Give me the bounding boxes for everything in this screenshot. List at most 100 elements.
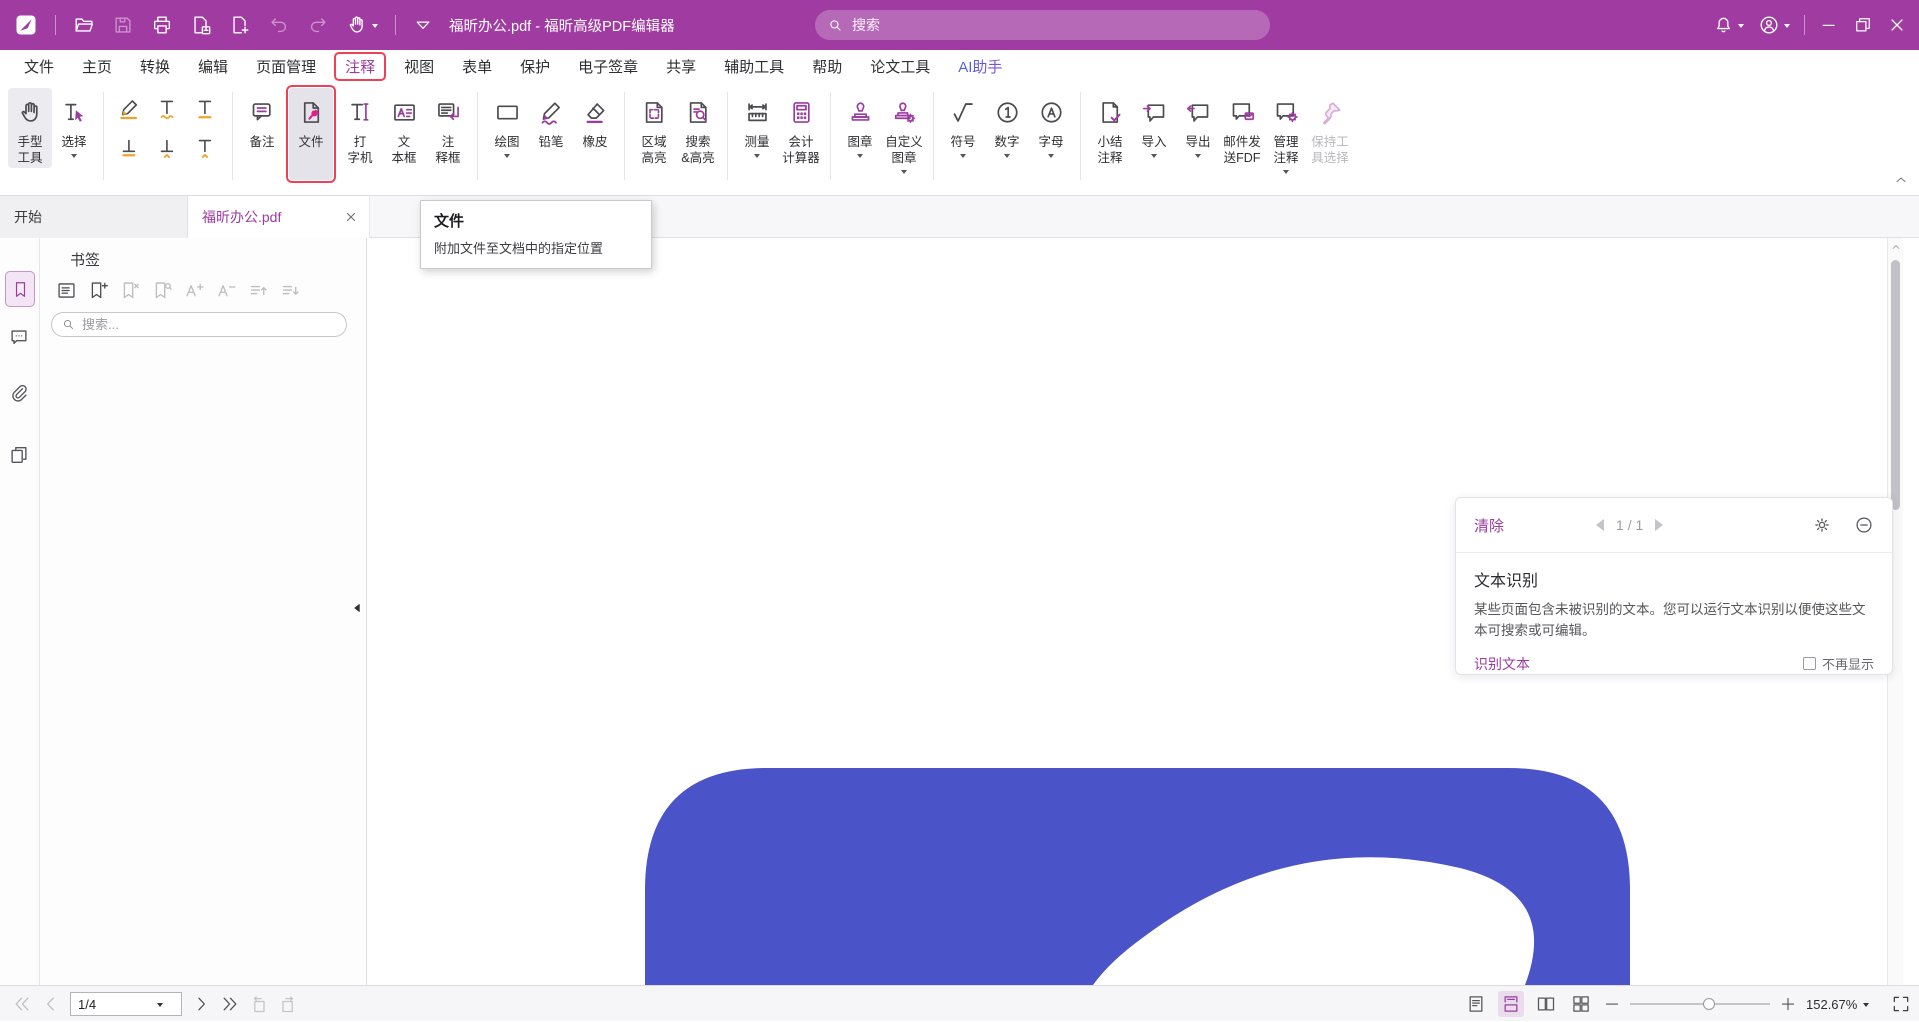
tab-document[interactable]: 福昕办公.pdf	[188, 196, 370, 238]
account-button[interactable]	[1758, 14, 1790, 36]
menu-tab-form[interactable]: 表单	[452, 53, 502, 80]
open-folder-icon[interactable]	[73, 14, 95, 36]
minimize-notice-icon[interactable]	[1854, 515, 1874, 535]
fit-screen-icon[interactable]	[1891, 994, 1911, 1014]
scroll-up-icon[interactable]	[1890, 241, 1902, 253]
sidebar-item-pages[interactable]	[8, 444, 30, 466]
zoom-out-icon[interactable]	[1603, 995, 1621, 1013]
page-number-input[interactable]	[71, 997, 157, 1012]
letter-button[interactable]: 字母	[1029, 88, 1073, 163]
next-page-icon[interactable]	[191, 994, 211, 1014]
custom-stamp-button[interactable]: 自定义 图章	[882, 88, 926, 179]
insert-page-icon[interactable]	[229, 14, 251, 36]
dismiss-checkbox[interactable]	[1803, 657, 1816, 670]
menu-tab-convert[interactable]: 转换	[130, 53, 180, 80]
menu-tab-page-management[interactable]: 页面管理	[246, 53, 326, 80]
pencil-button[interactable]: 铅笔	[529, 88, 573, 152]
menu-tab-accessibility[interactable]: 辅助工具	[714, 53, 794, 80]
menu-tab-share[interactable]: 共享	[656, 53, 706, 80]
single-page-view-icon[interactable]	[1463, 991, 1489, 1017]
select-tool-button[interactable]: 选择	[52, 88, 96, 163]
squiggly-underline-tool[interactable]	[151, 92, 185, 126]
app-logo-icon[interactable]	[14, 13, 38, 37]
textbox-button[interactable]: 文 本框	[382, 88, 426, 168]
note-button[interactable]: 备注	[240, 88, 284, 152]
restore-button[interactable]	[1853, 15, 1873, 35]
summary-notes-button[interactable]: 小结 注释	[1088, 88, 1132, 168]
close-tab-icon[interactable]	[345, 211, 357, 223]
menu-tab-protect[interactable]: 保护	[510, 53, 560, 80]
insert-text-tool[interactable]	[113, 130, 147, 164]
last-page-icon[interactable]	[220, 994, 240, 1014]
measure-button[interactable]: 测量	[735, 88, 779, 163]
bookmark-list-icon[interactable]	[54, 278, 78, 302]
chevron-down-icon[interactable]	[157, 1003, 163, 1010]
zoom-slider-handle[interactable]	[1703, 998, 1715, 1010]
scrollbar-thumb[interactable]	[1891, 260, 1900, 510]
delete-page-icon[interactable]	[190, 14, 212, 36]
menu-tab-esign[interactable]: 电子签章	[568, 53, 648, 80]
hand-tool-button[interactable]: 手型 工具	[8, 88, 52, 168]
bookmark-search-input[interactable]	[82, 317, 322, 332]
manage-comments-button[interactable]: 管理 注释	[1264, 88, 1308, 179]
strikeout-tool[interactable]	[151, 130, 185, 164]
print-icon[interactable]	[151, 14, 173, 36]
collapse-panel-handle[interactable]	[348, 590, 366, 626]
number-button[interactable]: 数字	[985, 88, 1029, 163]
continuous-view-icon[interactable]	[1498, 991, 1524, 1017]
underline-tool[interactable]	[189, 92, 223, 126]
zoom-level-control[interactable]: 152.67%	[1806, 997, 1882, 1012]
bookmark-search-box[interactable]	[51, 312, 347, 337]
email-comment-icon	[1229, 90, 1256, 134]
prev-notice-icon[interactable]	[1596, 519, 1604, 531]
export-comments-button[interactable]: 导出	[1176, 88, 1220, 163]
recognize-text-link[interactable]: 识别文本	[1474, 654, 1530, 674]
menu-tab-edit[interactable]: 编辑	[188, 53, 238, 80]
close-button[interactable]	[1887, 15, 1907, 35]
hand-tool-quick-button[interactable]	[346, 14, 378, 36]
calculator-button[interactable]: 会计 计算器	[779, 88, 823, 168]
menu-tab-file[interactable]: 文件	[14, 53, 64, 80]
menu-tab-home[interactable]: 主页	[72, 53, 122, 80]
next-notice-icon[interactable]	[1655, 519, 1663, 531]
global-search[interactable]	[815, 10, 1270, 40]
sidebar-item-attachments[interactable]	[8, 382, 30, 404]
callout-button[interactable]: 注 释框	[426, 88, 470, 168]
notifications-button[interactable]	[1713, 15, 1744, 36]
symbol-button[interactable]: 符号	[941, 88, 985, 163]
zoom-slider[interactable]	[1630, 991, 1770, 1017]
tab-start-page[interactable]: 开始	[0, 196, 188, 238]
file-attachment-button[interactable]: 文件	[289, 88, 333, 180]
area-highlight-button[interactable]: 区域 高亮	[632, 88, 676, 168]
menu-tab-comment[interactable]: 注释	[334, 52, 386, 81]
sidebar-item-bookmarks[interactable]	[5, 271, 35, 307]
search-highlight-button[interactable]: 搜索 &高亮	[676, 88, 720, 168]
email-fdf-button[interactable]: 邮件发 送FDF	[1220, 88, 1264, 168]
drawing-button[interactable]: 绘图	[485, 88, 529, 163]
facing-continuous-view-icon[interactable]	[1568, 991, 1594, 1017]
zoom-in-icon[interactable]	[1779, 995, 1797, 1013]
collapse-ribbon-icon[interactable]	[1893, 172, 1909, 188]
minimize-button[interactable]	[1819, 15, 1839, 35]
import-comments-button[interactable]: 导入	[1132, 88, 1176, 163]
notice-settings-gear-icon[interactable]	[1812, 515, 1832, 535]
replace-text-tool[interactable]	[189, 130, 223, 164]
customize-toolbar-icon[interactable]	[413, 15, 433, 35]
chevron-down-icon	[1004, 154, 1010, 161]
menu-tab-ai-assistant[interactable]: AI助手	[948, 53, 1012, 80]
circled-number-icon	[994, 90, 1021, 134]
menu-tab-help[interactable]: 帮助	[802, 53, 852, 80]
eraser-button[interactable]: 橡皮	[573, 88, 617, 152]
clear-notice-link[interactable]: 清除	[1474, 515, 1504, 536]
menu-tab-paper-tools[interactable]: 论文工具	[860, 53, 940, 80]
add-bookmark-icon[interactable]	[86, 278, 110, 302]
tooltip-title: 文件	[434, 210, 638, 231]
global-search-input[interactable]	[852, 17, 1232, 33]
typewriter-button[interactable]: 打 字机	[338, 88, 382, 168]
page-number-box[interactable]	[70, 992, 182, 1016]
menu-tab-view[interactable]: 视图	[394, 53, 444, 80]
sidebar-item-comments[interactable]	[8, 326, 30, 348]
facing-view-icon[interactable]	[1533, 991, 1559, 1017]
stamp-button[interactable]: 图章	[838, 88, 882, 163]
highlight-tool[interactable]	[113, 92, 147, 126]
